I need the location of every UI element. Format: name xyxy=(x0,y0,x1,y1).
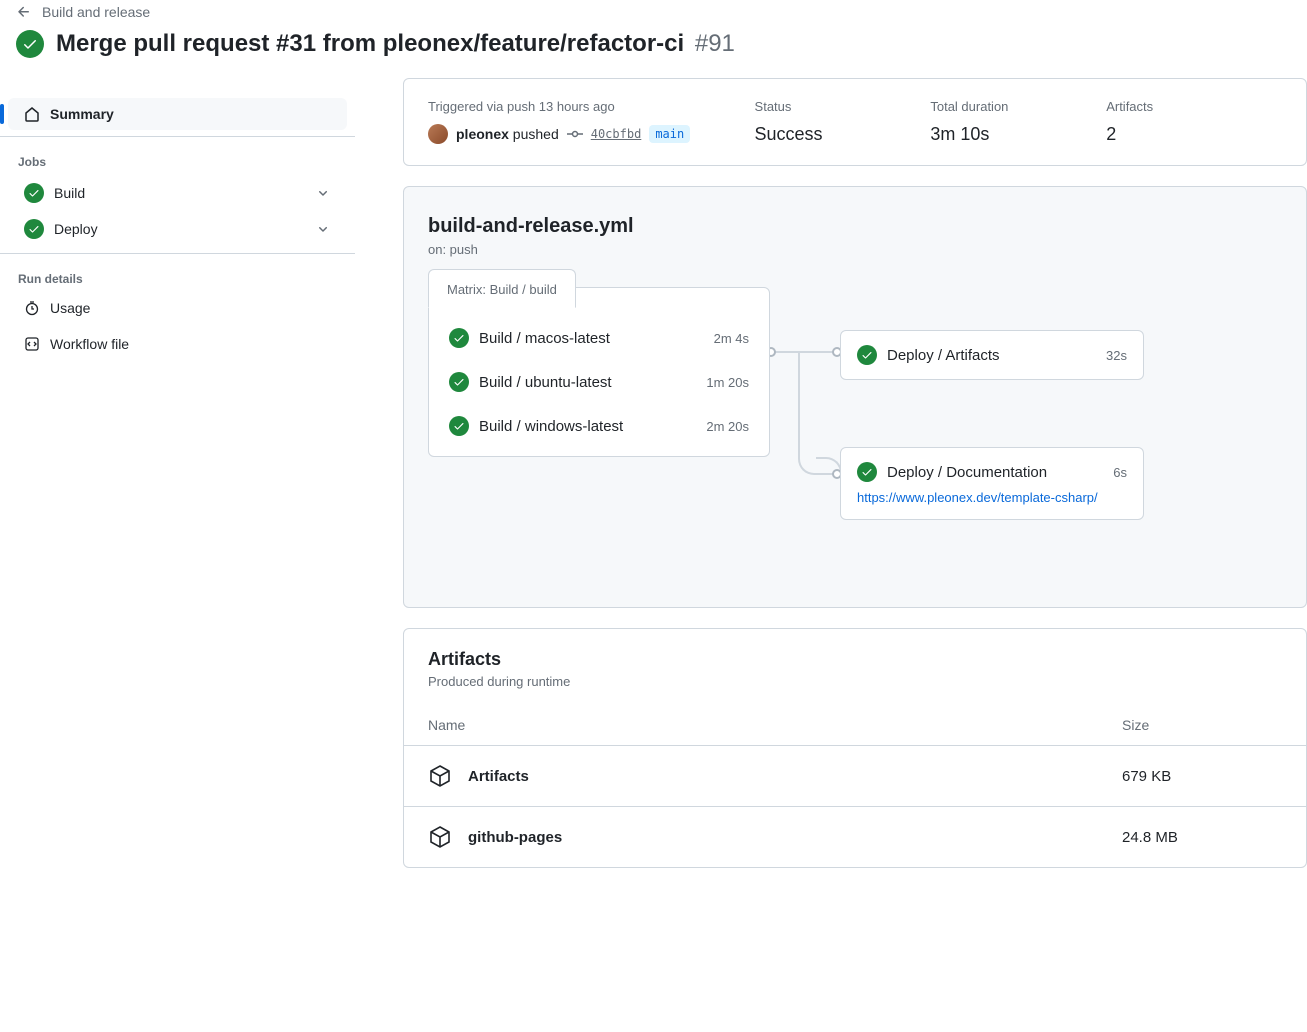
breadcrumb-workflow-link[interactable]: Build and release xyxy=(42,4,150,20)
workflow-trigger-on: on: push xyxy=(428,242,1282,257)
check-icon xyxy=(24,183,44,203)
commit-icon xyxy=(567,126,583,142)
run-number: #91 xyxy=(695,30,735,57)
artifact-size: 679 KB xyxy=(1122,768,1282,785)
status-value: Success xyxy=(755,124,931,145)
run-info-card: Triggered via push 13 hours ago pleonex … xyxy=(403,78,1307,166)
matrix-job-row[interactable]: Build / macos-latest 2m 4s xyxy=(429,316,769,360)
sidebar-workflow-file-label: Workflow file xyxy=(50,336,129,352)
check-icon xyxy=(24,219,44,239)
page-title: Merge pull request #31 from pleonex/feat… xyxy=(56,30,735,58)
branch-badge[interactable]: main xyxy=(649,125,690,143)
sidebar: Summary Jobs Build Deploy Run details Us… xyxy=(0,78,355,908)
commit-sha-link[interactable]: 40cbfbd xyxy=(591,127,642,141)
artifact-name: github-pages xyxy=(468,829,1122,846)
artifact-row[interactable]: Artifacts 679 KB xyxy=(404,745,1306,806)
deploy-documentation-box[interactable]: Deploy / Documentation 6s https://www.pl… xyxy=(840,447,1144,520)
check-icon xyxy=(857,345,877,365)
run-status-success-icon xyxy=(16,30,44,58)
matrix-tab-label[interactable]: Matrix: Build / build xyxy=(428,269,576,308)
sidebar-run-details-label: Run details xyxy=(0,260,355,292)
status-label: Status xyxy=(755,99,931,114)
duration-value: 3m 10s xyxy=(930,124,1106,145)
matrix-job-row[interactable]: Build / ubuntu-latest 1m 20s xyxy=(429,360,769,404)
artifact-name: Artifacts xyxy=(468,768,1122,785)
workflow-file-name[interactable]: build-and-release.yml xyxy=(428,215,1282,238)
sidebar-item-workflow-file[interactable]: Workflow file xyxy=(8,328,347,360)
sidebar-job-deploy[interactable]: Deploy xyxy=(8,211,347,247)
check-icon xyxy=(449,328,469,348)
sidebar-usage-label: Usage xyxy=(50,300,90,316)
home-icon xyxy=(24,106,40,122)
arrow-left-icon[interactable] xyxy=(16,4,32,20)
sidebar-summary-label: Summary xyxy=(50,106,114,122)
deploy-artifacts-box[interactable]: Deploy / Artifacts 32s xyxy=(840,330,1144,380)
artifact-row[interactable]: github-pages 24.8 MB xyxy=(404,806,1306,867)
artifacts-subtitle: Produced during runtime xyxy=(428,674,1282,689)
artifacts-card: Artifacts Produced during runtime Name S… xyxy=(403,628,1307,868)
artifacts-count-link[interactable]: 2 xyxy=(1106,124,1116,144)
chevron-down-icon[interactable] xyxy=(315,221,331,237)
sidebar-jobs-label: Jobs xyxy=(0,143,355,175)
actor-link[interactable]: pleonex xyxy=(456,126,509,142)
artifacts-count-label: Artifacts xyxy=(1106,99,1282,114)
matrix-job-row[interactable]: Build / windows-latest 2m 20s xyxy=(429,404,769,448)
chevron-down-icon[interactable] xyxy=(315,185,331,201)
workflow-file-icon xyxy=(24,336,40,352)
duration-label: Total duration xyxy=(930,99,1106,114)
check-icon xyxy=(857,462,877,482)
artifacts-table-header: Name Size xyxy=(404,705,1306,745)
workflow-graph-card: build-and-release.yml on: push Matrix: B… xyxy=(403,186,1307,608)
sidebar-item-summary[interactable]: Summary xyxy=(8,98,347,130)
package-icon xyxy=(428,764,452,788)
job-name: Deploy xyxy=(54,221,305,237)
artifacts-title: Artifacts xyxy=(428,649,1282,670)
check-icon xyxy=(449,416,469,436)
matrix-group-box: Matrix: Build / build Build / macos-late… xyxy=(428,287,770,457)
triggered-label: Triggered via push 13 hours ago xyxy=(428,99,755,114)
deploy-docs-url-link[interactable]: https://www.pleonex.dev/template-csharp/ xyxy=(857,490,1127,505)
artifact-size: 24.8 MB xyxy=(1122,829,1282,846)
breadcrumb: Build and release xyxy=(16,0,1291,30)
sidebar-job-build[interactable]: Build xyxy=(8,175,347,211)
stopwatch-icon xyxy=(24,300,40,316)
job-name: Build xyxy=(54,185,305,201)
package-icon xyxy=(428,825,452,849)
sidebar-item-usage[interactable]: Usage xyxy=(8,292,347,324)
check-icon xyxy=(449,372,469,392)
avatar[interactable] xyxy=(428,124,448,144)
